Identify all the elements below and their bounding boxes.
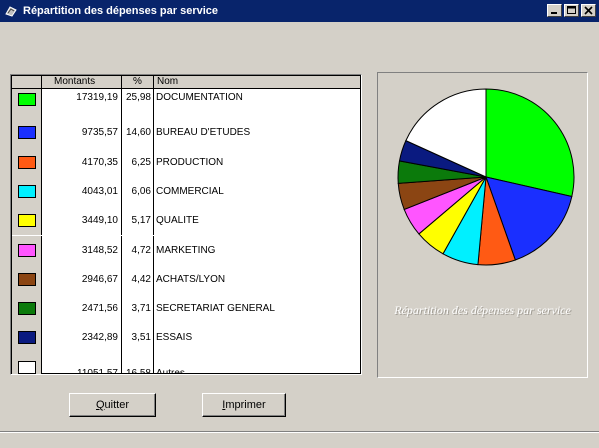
percent-cell: 14,60 — [122, 118, 154, 148]
close-button[interactable] — [581, 4, 596, 17]
percent-cell: 6,06 — [122, 176, 154, 207]
close-icon — [584, 6, 593, 15]
table-row[interactable]: 2946,67 4,42 ACHATS/LYON — [12, 264, 360, 295]
pie-chart-panel: Répartition des dépenses par service — [377, 72, 588, 378]
amount-cell: 2342,89 — [42, 323, 122, 353]
quit-button[interactable]: Quitter — [69, 393, 156, 417]
color-swatch — [18, 155, 36, 169]
row-color-cell — [12, 147, 42, 177]
print-button[interactable]: Imprimer — [202, 393, 286, 417]
percent-cell: 16,58 — [122, 352, 154, 374]
title-bar: Répartition des dépenses par service — [0, 0, 599, 22]
amount-cell: 11051,57 — [42, 352, 122, 374]
color-swatch — [18, 214, 36, 228]
amount-cell: 9735,57 — [42, 118, 122, 148]
quit-label: uitter — [104, 399, 130, 411]
name-cell: Autres — [156, 367, 185, 375]
expenses-grid[interactable]: Montants % Nom 17319,19 25,98 DOCUMENTATIO… — [10, 74, 362, 375]
percent-cell: 4,72 — [122, 235, 154, 265]
name-cell: BUREAU D'ETUDES — [156, 127, 251, 139]
color-swatch — [18, 126, 36, 140]
row-color-cell — [12, 294, 42, 324]
name-cell: SECRETARIAT GENERAL — [156, 303, 275, 315]
table-row[interactable]: 9735,57 14,60 BUREAU D'ETUDES — [12, 118, 360, 148]
grid-header-percent[interactable]: % — [122, 76, 154, 89]
color-swatch — [18, 360, 36, 374]
maximize-button[interactable] — [564, 4, 579, 17]
table-row[interactable]: 4043,01 6,06 COMMERCIAL — [12, 176, 360, 207]
row-color-cell — [12, 118, 42, 148]
row-color-cell — [12, 176, 42, 207]
amount-cell: 17319,19 — [42, 89, 122, 119]
table-row[interactable]: 4170,35 6,25 PRODUCTION — [12, 147, 360, 177]
amount-cell: 3449,10 — [42, 206, 122, 236]
color-swatch — [18, 331, 36, 345]
amount-cell: 2471,56 — [42, 294, 122, 324]
percent-cell: 4,42 — [122, 264, 154, 295]
table-row[interactable]: 2471,56 3,71 SECRETARIAT GENERAL — [12, 294, 360, 324]
color-swatch — [18, 302, 36, 316]
maximize-icon — [567, 6, 576, 14]
minimize-icon — [551, 12, 557, 14]
row-color-cell — [12, 89, 42, 119]
grid-header-name[interactable]: Nom — [154, 76, 360, 89]
quit-mnemonic: Q — [95, 399, 105, 411]
window-title: Répartition des dépenses par service — [23, 5, 219, 17]
table-row[interactable]: 2342,89 3,51 ESSAIS — [12, 323, 360, 353]
table-row[interactable]: 11051,57 16,58 Autres — [12, 352, 360, 375]
amount-cell: 4043,01 — [42, 176, 122, 207]
row-color-cell — [12, 352, 42, 374]
minimize-button[interactable] — [547, 4, 562, 17]
percent-cell: 3,71 — [122, 294, 154, 324]
grid-header-color — [12, 76, 42, 89]
amount-cell: 3148,52 — [42, 235, 122, 265]
name-cell: MARKETING — [156, 244, 216, 256]
percent-cell: 5,17 — [122, 206, 154, 236]
row-color-cell — [12, 264, 42, 295]
name-cell: COMMERCIAL — [156, 185, 224, 197]
row-color-cell — [12, 206, 42, 236]
name-cell: ESSAIS — [156, 332, 193, 344]
app-icon — [3, 3, 19, 19]
color-swatch — [18, 272, 36, 286]
percent-cell: 25,98 — [122, 89, 154, 119]
color-swatch — [18, 93, 36, 106]
amount-cell: 4170,35 — [42, 147, 122, 177]
row-color-cell — [12, 323, 42, 353]
name-cell: ACHATS/LYON — [156, 273, 226, 285]
name-cell: QUALITE — [156, 215, 199, 227]
color-swatch — [18, 184, 36, 198]
table-row[interactable]: 3148,52 4,72 MARKETING — [12, 235, 360, 265]
print-label: mprimer — [225, 399, 266, 411]
grid-header-amount[interactable]: Montants — [42, 76, 122, 89]
name-cell: PRODUCTION — [156, 156, 224, 168]
pie-chart — [397, 88, 575, 266]
chart-caption: Répartition des dépenses par service — [378, 303, 587, 318]
color-swatch — [18, 243, 36, 257]
status-bar — [0, 431, 599, 448]
chart-caption-text: Répartition des dépenses par service — [394, 303, 571, 317]
name-cell: DOCUMENTATION — [156, 92, 243, 103]
table-row[interactable]: 17319,19 25,98 DOCUMENTATION — [12, 89, 360, 119]
percent-cell: 3,51 — [122, 323, 154, 353]
row-color-cell — [12, 235, 42, 265]
amount-cell: 2946,67 — [42, 264, 122, 295]
percent-cell: 6,25 — [122, 147, 154, 177]
table-row[interactable]: 3449,10 5,17 QUALITE — [12, 206, 360, 236]
